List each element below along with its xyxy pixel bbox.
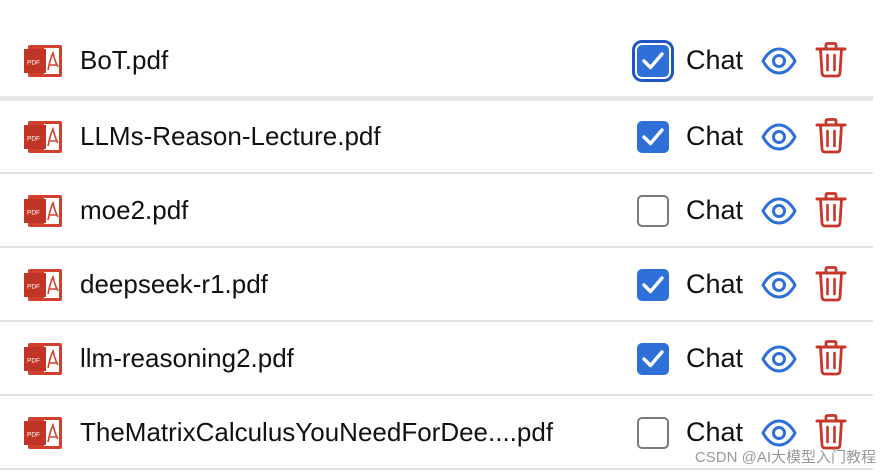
pdf-file-icon: PDF (24, 45, 62, 77)
file-row: PDF deepseek-r1.pdf Chat (0, 247, 873, 321)
chat-label[interactable]: Chat (686, 43, 743, 77)
trash-icon[interactable] (815, 266, 847, 302)
file-name[interactable]: LLMs-Reason-Lecture.pdf (80, 119, 381, 153)
eye-icon[interactable] (761, 271, 797, 299)
checkmark-icon (642, 52, 664, 70)
eye-icon[interactable] (761, 47, 797, 75)
file-name[interactable]: llm-reasoning2.pdf (80, 341, 294, 375)
svg-text:PDF: PDF (27, 136, 40, 143)
file-row: PDF LLMs-Reason-Lecture.pdf Chat (0, 99, 873, 173)
chat-checkbox[interactable] (637, 417, 669, 449)
row-divider (0, 468, 873, 470)
file-name[interactable]: TheMatrixCalculusYouNeedForDee....pdf (80, 415, 553, 449)
chat-checkbox[interactable] (637, 269, 669, 301)
chat-checkbox[interactable] (637, 195, 669, 227)
trash-icon[interactable] (815, 118, 847, 154)
file-name[interactable]: moe2.pdf (80, 193, 188, 227)
svg-text:PDF: PDF (27, 432, 40, 439)
checkmark-icon (642, 128, 664, 146)
eye-icon[interactable] (761, 345, 797, 373)
pdf-file-icon: PDF (24, 121, 62, 153)
file-name[interactable]: BoT.pdf (80, 43, 168, 77)
eye-icon[interactable] (761, 197, 797, 225)
svg-text:PDF: PDF (27, 358, 40, 365)
chat-label[interactable]: Chat (686, 267, 743, 301)
checkmark-icon (642, 350, 664, 368)
eye-icon[interactable] (761, 123, 797, 151)
trash-icon[interactable] (815, 414, 847, 450)
chat-label[interactable]: Chat (686, 119, 743, 153)
pdf-file-icon: PDF (24, 343, 62, 375)
chat-checkbox[interactable] (637, 343, 669, 375)
chat-label[interactable]: Chat (686, 341, 743, 375)
chat-label[interactable]: Chat (686, 415, 743, 449)
watermark: CSDN @AI大模型入门教程 (694, 449, 876, 466)
svg-text:PDF: PDF (27, 60, 40, 67)
file-list: PDF BoT.pdf Chat PDF LLMs-Reason-Lecture… (0, 0, 886, 472)
svg-text:PDF: PDF (27, 210, 40, 217)
svg-text:PDF: PDF (27, 284, 40, 291)
trash-icon[interactable] (815, 192, 847, 228)
file-row: PDF moe2.pdf Chat (0, 173, 873, 247)
trash-icon[interactable] (815, 340, 847, 376)
pdf-file-icon: PDF (24, 195, 62, 227)
pdf-file-icon: PDF (24, 269, 62, 301)
chat-checkbox[interactable] (632, 40, 674, 82)
checkmark-icon (642, 276, 664, 294)
file-row: PDF BoT.pdf Chat (0, 23, 873, 97)
file-name[interactable]: deepseek-r1.pdf (80, 267, 268, 301)
eye-icon[interactable] (761, 419, 797, 447)
chat-label[interactable]: Chat (686, 193, 743, 227)
file-row: PDF llm-reasoning2.pdf Chat (0, 321, 873, 395)
chat-checkbox[interactable] (637, 121, 669, 153)
trash-icon[interactable] (815, 42, 847, 78)
pdf-file-icon: PDF (24, 417, 62, 449)
